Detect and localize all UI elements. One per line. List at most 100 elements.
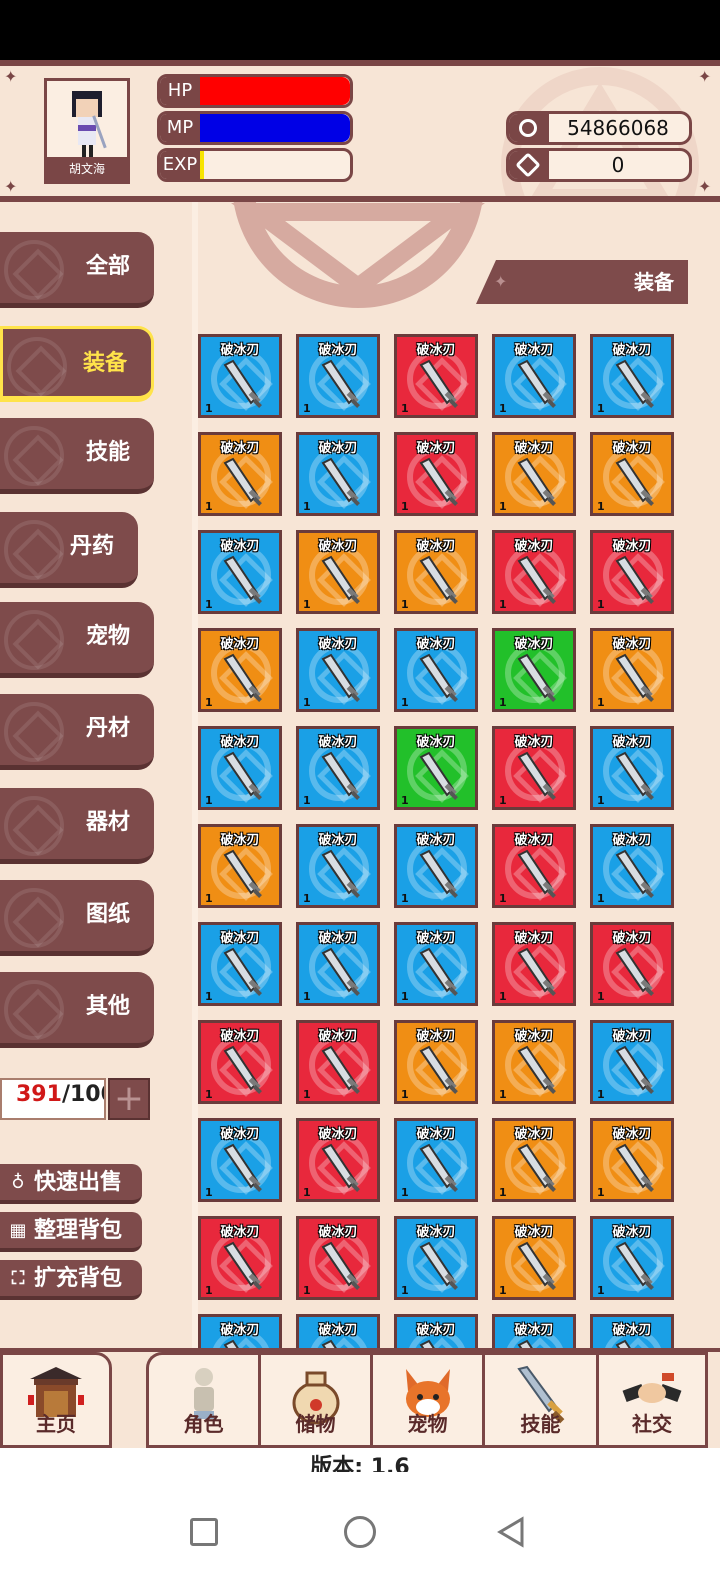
item-quantity: 1 [597, 402, 605, 415]
recent-apps-icon[interactable] [190, 1518, 218, 1546]
inventory-item[interactable]: 破冰刃1 [492, 628, 576, 712]
inventory-item[interactable]: 破冰刃1 [590, 1216, 674, 1300]
inventory-item[interactable]: 破冰刃1 [198, 824, 282, 908]
expand-bag-button[interactable]: ⛶ 扩充背包 [0, 1260, 142, 1300]
inventory-item[interactable]: 破冰刃1 [394, 922, 478, 1006]
inventory-item[interactable]: 破冰刃1 [296, 432, 380, 516]
inventory-item[interactable]: 破冰刃1 [590, 1314, 674, 1348]
ice-blade-icon [321, 1241, 360, 1290]
nav-home-label: 主页 [36, 1412, 76, 1436]
inventory-item[interactable]: 破冰刃1 [590, 432, 674, 516]
avatar[interactable]: 胡文海 [44, 78, 130, 184]
nav-home[interactable]: 主页 [0, 1352, 112, 1448]
category-pets[interactable]: 宠物 [0, 602, 154, 678]
expand-capacity-button[interactable]: + [108, 1078, 150, 1120]
home-circle-icon[interactable] [344, 1516, 376, 1548]
inventory-item[interactable]: 破冰刃1 [296, 824, 380, 908]
quick-sell-label: 快速出售 [34, 1170, 123, 1195]
category-equipment[interactable]: 装备 [0, 326, 154, 402]
category-other[interactable]: 其他 [0, 972, 154, 1048]
inventory-item[interactable]: 破冰刃1 [296, 1118, 380, 1202]
inventory-item[interactable]: 破冰刃1 [590, 1118, 674, 1202]
bag-capacity-max: /1000 [61, 1082, 104, 1107]
category-label: 丹材 [85, 716, 130, 741]
inventory-item[interactable]: 破冰刃1 [394, 726, 478, 810]
sort-bag-button[interactable]: ▦ 整理背包 [0, 1212, 142, 1252]
inventory-item[interactable]: 破冰刃1 [296, 628, 380, 712]
inventory-item[interactable]: 破冰刃1 [394, 530, 478, 614]
item-name: 破冰刃 [612, 441, 652, 456]
inventory-item[interactable]: 破冰刃1 [198, 1020, 282, 1104]
inventory-item[interactable]: 破冰刃1 [590, 334, 674, 418]
nav-storage[interactable]: 储物 [258, 1352, 370, 1448]
item-quantity: 1 [303, 696, 311, 709]
inventory-item[interactable]: 破冰刃1 [492, 824, 576, 908]
inventory-item[interactable]: 破冰刃1 [492, 432, 576, 516]
inventory-item[interactable]: 破冰刃1 [296, 1314, 380, 1348]
inventory-item[interactable]: 破冰刃1 [394, 1020, 478, 1104]
inventory-item[interactable]: 破冰刃1 [492, 1020, 576, 1104]
item-quantity: 1 [401, 1186, 409, 1199]
item-name: 破冰刃 [318, 735, 358, 750]
inventory-item[interactable]: 破冰刃1 [198, 334, 282, 418]
inventory-item[interactable]: 破冰刃1 [492, 726, 576, 810]
nav-pets[interactable]: 宠物 [370, 1352, 482, 1448]
ice-blade-icon [517, 1143, 556, 1192]
inventory-item[interactable]: 破冰刃1 [198, 922, 282, 1006]
inventory-item[interactable]: 破冰刃1 [590, 628, 674, 712]
inventory-item[interactable]: 破冰刃1 [492, 334, 576, 418]
item-quantity: 1 [401, 1284, 409, 1297]
nav-social[interactable]: 社交 [596, 1352, 708, 1448]
inventory-item[interactable]: 破冰刃1 [198, 1314, 282, 1348]
inventory-item[interactable]: 破冰刃1 [590, 726, 674, 810]
nav-character[interactable]: 角色 [146, 1352, 258, 1448]
inventory-item[interactable]: 破冰刃1 [590, 530, 674, 614]
category-equipment-materials[interactable]: 器材 [0, 788, 154, 864]
svg-text:✦: ✦ [4, 177, 17, 196]
nav-skills[interactable]: 技能 [482, 1352, 596, 1448]
exp-fill [200, 151, 204, 179]
inventory-item[interactable]: 破冰刃1 [590, 922, 674, 1006]
inventory-item[interactable]: 破冰刃1 [296, 1216, 380, 1300]
category-all[interactable]: 全部 [0, 232, 154, 308]
inventory-item[interactable]: 破冰刃1 [394, 1216, 478, 1300]
category-label: 图纸 [85, 902, 130, 927]
inventory-item[interactable]: 破冰刃1 [492, 922, 576, 1006]
hp-label: HP [160, 77, 200, 105]
inventory-item[interactable]: 破冰刃1 [198, 530, 282, 614]
inventory-item[interactable]: 破冰刃1 [296, 726, 380, 810]
category-pill-materials[interactable]: 丹材 [0, 694, 154, 770]
inventory-item[interactable]: 破冰刃1 [394, 1314, 478, 1348]
inventory-item[interactable]: 破冰刃1 [296, 922, 380, 1006]
inventory-item[interactable]: 破冰刃1 [394, 432, 478, 516]
inventory-item[interactable]: 破冰刃1 [492, 1314, 576, 1348]
category-pills[interactable]: 丹药 [0, 512, 138, 588]
item-quantity: 1 [303, 500, 311, 513]
inventory-item[interactable]: 破冰刃1 [590, 824, 674, 908]
category-skills[interactable]: 技能 [0, 418, 154, 494]
item-name: 破冰刃 [416, 735, 456, 750]
inventory-item[interactable]: 破冰刃1 [590, 1020, 674, 1104]
inventory-item[interactable]: 破冰刃1 [198, 432, 282, 516]
item-quantity: 1 [303, 892, 311, 905]
inventory-item[interactable]: 破冰刃1 [198, 1216, 282, 1300]
inventory-item[interactable]: 破冰刃1 [492, 1216, 576, 1300]
inventory-item[interactable]: 破冰刃1 [394, 334, 478, 418]
item-quantity: 1 [597, 1088, 605, 1101]
inventory-item[interactable]: 破冰刃1 [198, 628, 282, 712]
quick-sell-button[interactable]: ♁ 快速出售 [0, 1164, 142, 1204]
inventory-item[interactable]: 破冰刃1 [198, 1118, 282, 1202]
inventory-item[interactable]: 破冰刃1 [394, 1118, 478, 1202]
inventory-item[interactable]: 破冰刃1 [296, 1020, 380, 1104]
inventory-item[interactable]: 破冰刃1 [198, 726, 282, 810]
inventory-item[interactable]: 破冰刃1 [394, 628, 478, 712]
inventory-item[interactable]: 破冰刃1 [296, 530, 380, 614]
inventory-item[interactable]: 破冰刃1 [492, 530, 576, 614]
section-title: ✦ 装备 [476, 260, 688, 304]
inventory-item[interactable]: 破冰刃1 [296, 334, 380, 418]
back-triangle-icon[interactable] [496, 1516, 526, 1548]
inventory-item[interactable]: 破冰刃1 [492, 1118, 576, 1202]
inventory-item[interactable]: 破冰刃1 [394, 824, 478, 908]
player-header: ✦ ✦ ✦ ✦ 胡文海 HP MP EXP 54866068 0 [0, 60, 720, 202]
category-blueprints[interactable]: 图纸 [0, 880, 154, 956]
